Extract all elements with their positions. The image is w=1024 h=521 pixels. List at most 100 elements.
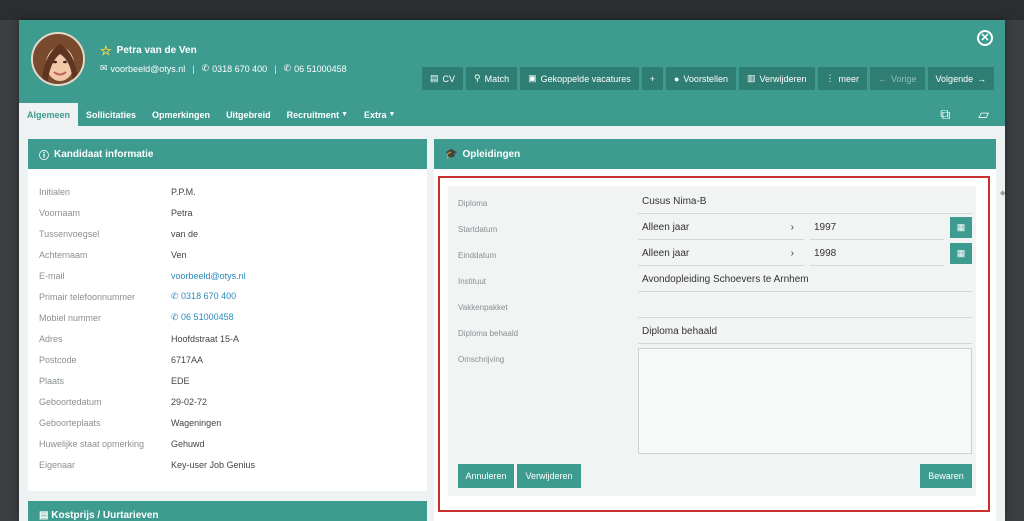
end-date-type-select[interactable]: Alleen jaar › bbox=[638, 242, 804, 266]
previous-button[interactable]: ← Vorige bbox=[870, 67, 925, 90]
envelope-icon: ✉ bbox=[100, 63, 108, 73]
separator: | bbox=[274, 63, 277, 74]
previous-button-label: Vorige bbox=[891, 73, 917, 84]
cv-button-label: CV bbox=[442, 73, 456, 84]
delete-candidate-button[interactable]: ▥ Verwijderen bbox=[738, 67, 815, 90]
info-row-initialen: Initialen P.P.M. bbox=[39, 181, 427, 202]
info-label: Achternaam bbox=[39, 249, 88, 260]
mobile-phone-link[interactable]: ✆ 06 51000458 bbox=[171, 312, 234, 323]
document-icon: ▤ bbox=[39, 510, 52, 521]
info-label: Postcode bbox=[39, 354, 77, 365]
candidate-email[interactable]: voorbeeld@otys.nl bbox=[111, 64, 186, 74]
add-button-label: + bbox=[649, 73, 655, 84]
info-label: Adres bbox=[39, 333, 63, 344]
candidate-mobile[interactable]: 06 51000458 bbox=[294, 64, 347, 74]
star-icon[interactable]: ☆ bbox=[100, 44, 112, 57]
info-value: 29-02-72 bbox=[171, 396, 208, 407]
info-value: Wageningen bbox=[171, 417, 222, 428]
info-row-tussenvoegsel: Tussenvoegsel van de bbox=[39, 223, 427, 244]
email-link[interactable]: voorbeeld@otys.nl bbox=[171, 271, 246, 281]
close-icon[interactable]: ✕ bbox=[977, 30, 993, 46]
cancel-button[interactable]: Annuleren bbox=[458, 464, 514, 488]
info-icon: ⓘ bbox=[39, 150, 49, 162]
avatar bbox=[31, 32, 85, 86]
save-button[interactable]: Bewaren bbox=[920, 464, 972, 488]
start-date-type-select[interactable]: Alleen jaar › bbox=[638, 216, 804, 240]
info-value: Ven bbox=[171, 249, 187, 260]
tab-uitgebreid[interactable]: Uitgebreid bbox=[218, 103, 279, 126]
calendar-icon[interactable]: ▦ bbox=[950, 243, 972, 264]
candidate-phone[interactable]: 0318 670 400 bbox=[212, 64, 267, 74]
education-edit-highlight: Diploma Cusus Nima-B Startdatum Alleen j… bbox=[438, 176, 990, 512]
info-row-email: E-mail voorbeeld@otys.nl bbox=[39, 265, 427, 286]
candidate-info-title: Kandidaat informatie bbox=[54, 148, 154, 160]
action-toolbar: ▤ CV ⚲ Match ▣ Gekoppelde vacatures + ● Voor… bbox=[422, 67, 995, 90]
user-icon: ● bbox=[673, 73, 680, 84]
diploma-input[interactable]: Cusus Nima-B bbox=[638, 190, 972, 214]
add-button[interactable]: + bbox=[641, 67, 663, 90]
candidate-name: Petra van de Ven bbox=[116, 45, 197, 56]
phone-icon: ✆ bbox=[171, 291, 182, 301]
info-value: Key-user Job Genius bbox=[171, 459, 256, 470]
info-row-geboorteplaats: Geboorteplaats Wageningen bbox=[39, 412, 427, 433]
calendar-icon[interactable]: ▦ bbox=[950, 217, 972, 238]
education-panel: 🎓 Opleidingen Diploma Cusus Nima-B Start… bbox=[434, 139, 1005, 521]
folder-open-icon[interactable]: ▱ bbox=[978, 106, 989, 123]
info-label: Huwelijke staat opmerking bbox=[39, 438, 145, 449]
end-year-input[interactable]: 1998 bbox=[810, 242, 944, 266]
delete-education-button[interactable]: Verwijderen bbox=[517, 464, 581, 488]
primary-phone-link[interactable]: ✆ 0318 670 400 bbox=[171, 291, 236, 302]
caret-down-icon: ▼ bbox=[341, 111, 349, 118]
tab-bar-icons: ⧉ ▱ bbox=[940, 106, 989, 123]
tab-extra[interactable]: Extra ▼ bbox=[356, 103, 403, 126]
info-label: Voornaam bbox=[39, 207, 81, 218]
diploma-obtained-input[interactable]: Diploma behaald bbox=[638, 320, 972, 344]
trash-icon: ▥ bbox=[746, 73, 756, 83]
subjects-input[interactable] bbox=[638, 294, 972, 318]
info-value: van de bbox=[171, 228, 199, 239]
separator: | bbox=[192, 63, 195, 74]
ellipsis-vertical-icon: ⋮ bbox=[825, 73, 835, 83]
cv-button[interactable]: ▤ CV bbox=[422, 67, 464, 90]
tab-recruitment[interactable]: Recruitment ▼ bbox=[279, 103, 356, 126]
match-button[interactable]: ⚲ Match bbox=[466, 67, 518, 90]
info-row-plaats: Plaats EDE bbox=[39, 370, 427, 391]
chevron-right-icon: › bbox=[790, 222, 794, 233]
next-button[interactable]: Volgende → bbox=[927, 67, 995, 90]
vakkenpakket-label: Vakkenpakket bbox=[458, 303, 508, 312]
diploma-label: Diploma bbox=[458, 199, 488, 208]
more-button[interactable]: ⋮ meer bbox=[817, 67, 868, 90]
tab-sollicitaties[interactable]: Sollicitaties bbox=[78, 103, 144, 126]
info-row-geboortedatum: Geboortedatum 29-02-72 bbox=[39, 391, 427, 412]
info-label: Plaats bbox=[39, 375, 65, 386]
document-icon: ▤ bbox=[430, 73, 439, 83]
briefcase-icon: ▣ bbox=[528, 73, 537, 83]
propose-button[interactable]: ● Voorstellen bbox=[665, 67, 736, 90]
tab-algemeen[interactable]: Algemeen bbox=[19, 103, 79, 126]
education-title: Opleidingen bbox=[462, 148, 521, 160]
info-value: 6717AA bbox=[171, 354, 204, 365]
tab-opmerkingen[interactable]: Opmerkingen bbox=[144, 103, 218, 126]
info-value: EDE bbox=[171, 375, 190, 386]
tab-bar: Algemeen Sollicitaties Opmerkingen Uitge… bbox=[19, 103, 1005, 126]
candidate-info-list: Initialen P.P.M. Voornaam Petra Tussenvoeg… bbox=[28, 169, 427, 475]
description-textarea[interactable] bbox=[638, 348, 972, 454]
info-label: E-mail bbox=[39, 270, 65, 281]
institute-input[interactable]: Avondopleiding Schoevers te Arnhem bbox=[638, 268, 972, 292]
info-label: Geboorteplaats bbox=[39, 417, 101, 428]
info-value: Gehuwd bbox=[171, 438, 205, 449]
info-label: Tussenvoegsel bbox=[39, 228, 100, 239]
omschrijving-label: Omschrijving bbox=[458, 355, 505, 364]
info-row-postcode: Postcode 6717AA bbox=[39, 349, 427, 370]
cost-rates-panel-header: ▤ Kostprijs / Uurtarieven bbox=[28, 501, 427, 521]
info-row-huwelijke-staat: Huwelijke staat opmerking Gehuwd bbox=[39, 433, 427, 454]
delete-candidate-label: Verwijderen bbox=[759, 73, 807, 84]
start-year-input[interactable]: 1997 bbox=[810, 216, 944, 240]
match-button-label: Match bbox=[484, 73, 510, 84]
resize-handle-icon[interactable]: ◆ bbox=[1000, 189, 1005, 197]
external-link-icon[interactable]: ⧉ bbox=[940, 106, 950, 123]
info-label: Initialen bbox=[39, 186, 71, 197]
propose-button-label: Voorstellen bbox=[683, 73, 728, 84]
candidate-contact-row: ✉ voorbeeld@otys.nl | ✆ 0318 670 400 | ✆… bbox=[100, 63, 347, 74]
linked-vacancies-button[interactable]: ▣ Gekoppelde vacatures bbox=[520, 67, 639, 90]
